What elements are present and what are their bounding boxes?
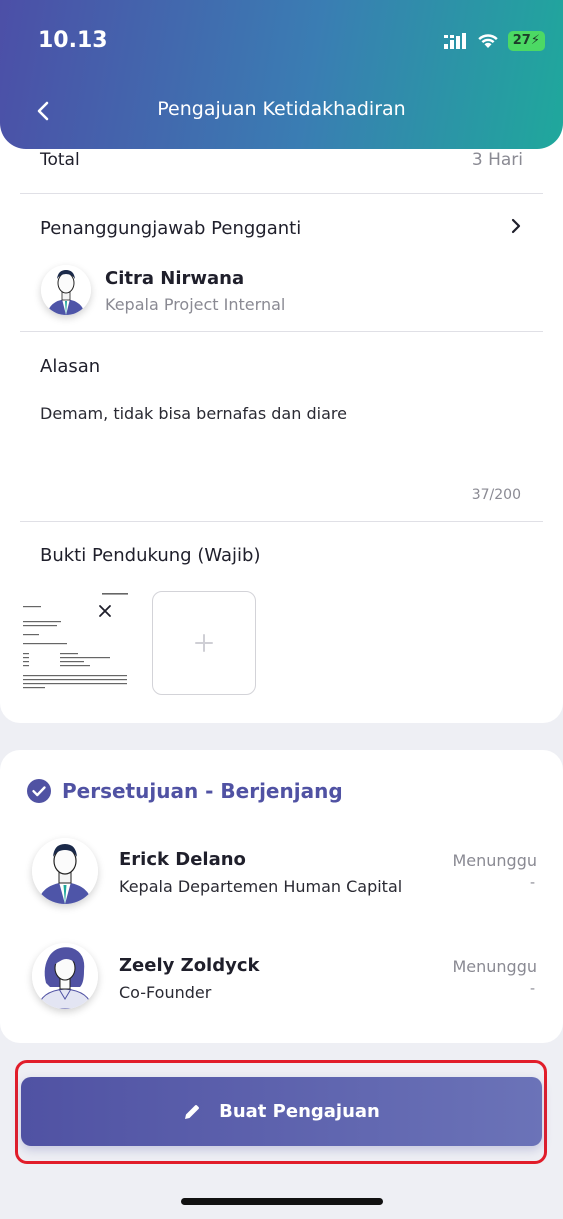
avatar xyxy=(32,838,98,904)
approver-role: Co-Founder xyxy=(119,983,212,1002)
status-time: 10.13 xyxy=(38,28,108,53)
plus-icon xyxy=(195,634,213,652)
attachment-thumbnail[interactable] xyxy=(20,590,134,702)
approval-title: Persetujuan - Berjenjang xyxy=(62,779,343,803)
substitute-section-title: Penanggungjawab Pengganti xyxy=(40,218,302,239)
wifi-icon xyxy=(478,34,498,48)
substitute-name: Citra Nirwana xyxy=(105,268,245,289)
divider xyxy=(20,331,543,332)
form-card: Total 3 Hari Penanggungjawab Pengganti C… xyxy=(0,120,563,723)
male-avatar-icon xyxy=(41,265,91,315)
evidence-section-title: Bukti Pendukung (Wajib) xyxy=(40,545,261,566)
chevron-right-icon[interactable] xyxy=(511,218,521,234)
signal-icon xyxy=(443,33,466,49)
check-circle-icon xyxy=(27,779,51,803)
reason-textarea[interactable]: Demam, tidak bisa bernafas dan diare xyxy=(40,404,347,423)
add-attachment-button[interactable] xyxy=(152,591,256,695)
home-indicator xyxy=(181,1198,383,1205)
total-value: 3 Hari xyxy=(471,150,523,170)
divider xyxy=(20,521,543,522)
battery-level: 27 xyxy=(512,33,531,48)
female-avatar-icon xyxy=(32,943,98,1009)
approver-role: Kepala Departemen Human Capital xyxy=(119,877,403,896)
total-row: Total 3 Hari xyxy=(40,150,523,170)
avatar xyxy=(41,265,91,315)
status-icons: 27⚡ xyxy=(443,31,545,51)
approver-name: Erick Delano xyxy=(119,849,246,870)
approver-date: - xyxy=(529,981,535,997)
char-counter: 37/200 xyxy=(471,487,521,503)
approver-status: Menunggu xyxy=(452,957,537,976)
reason-section-title: Alasan xyxy=(40,356,101,377)
avatar xyxy=(32,943,98,1009)
app-header: 10.13 27⚡ Pengajuan Ketidakhadiran xyxy=(0,0,563,149)
pencil-icon xyxy=(185,1104,200,1119)
substitute-role: Kepala Project Internal xyxy=(105,295,286,314)
approver-date: - xyxy=(529,875,535,891)
divider xyxy=(20,193,543,194)
battery-indicator: 27⚡ xyxy=(507,31,545,51)
total-label: Total xyxy=(40,150,80,170)
page-title: Pengajuan Ketidakhadiran xyxy=(157,98,406,120)
submit-request-label: Buat Pengajuan xyxy=(219,1101,380,1122)
male-avatar-icon xyxy=(32,838,98,904)
submit-request-button[interactable]: Buat Pengajuan xyxy=(21,1077,542,1146)
approver-status: Menunggu xyxy=(452,851,537,870)
remove-attachment-icon[interactable] xyxy=(98,604,112,618)
approval-card: Persetujuan - Berjenjang Erick Delano Ke… xyxy=(0,750,563,1043)
document-preview-image xyxy=(20,590,134,702)
approver-name: Zeely Zoldyck xyxy=(119,955,260,976)
